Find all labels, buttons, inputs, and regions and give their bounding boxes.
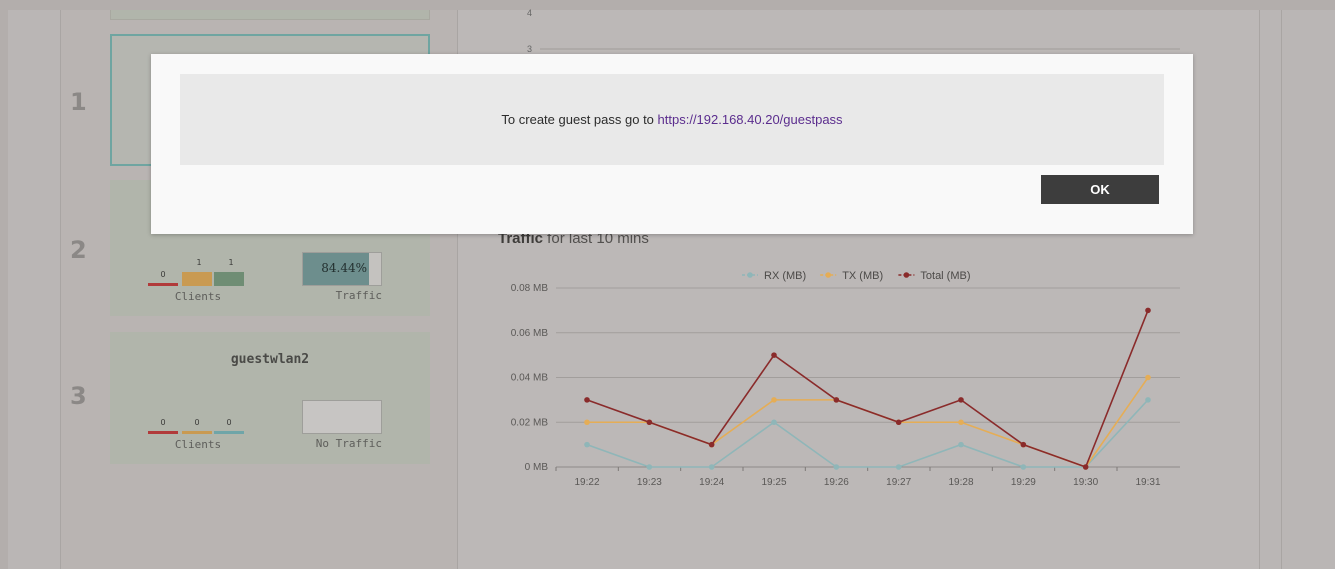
dialog-message-text: To create guest pass go to xyxy=(501,112,658,127)
guest-pass-dialog: To create guest pass go to https://192.1… xyxy=(151,54,1193,234)
guestpass-link[interactable]: https://192.168.40.20/guestpass xyxy=(658,112,843,127)
dialog-message: To create guest pass go to https://192.1… xyxy=(180,74,1164,165)
ok-button[interactable]: OK xyxy=(1041,175,1159,204)
modal-overlay: To create guest pass go to https://192.1… xyxy=(0,0,1335,569)
